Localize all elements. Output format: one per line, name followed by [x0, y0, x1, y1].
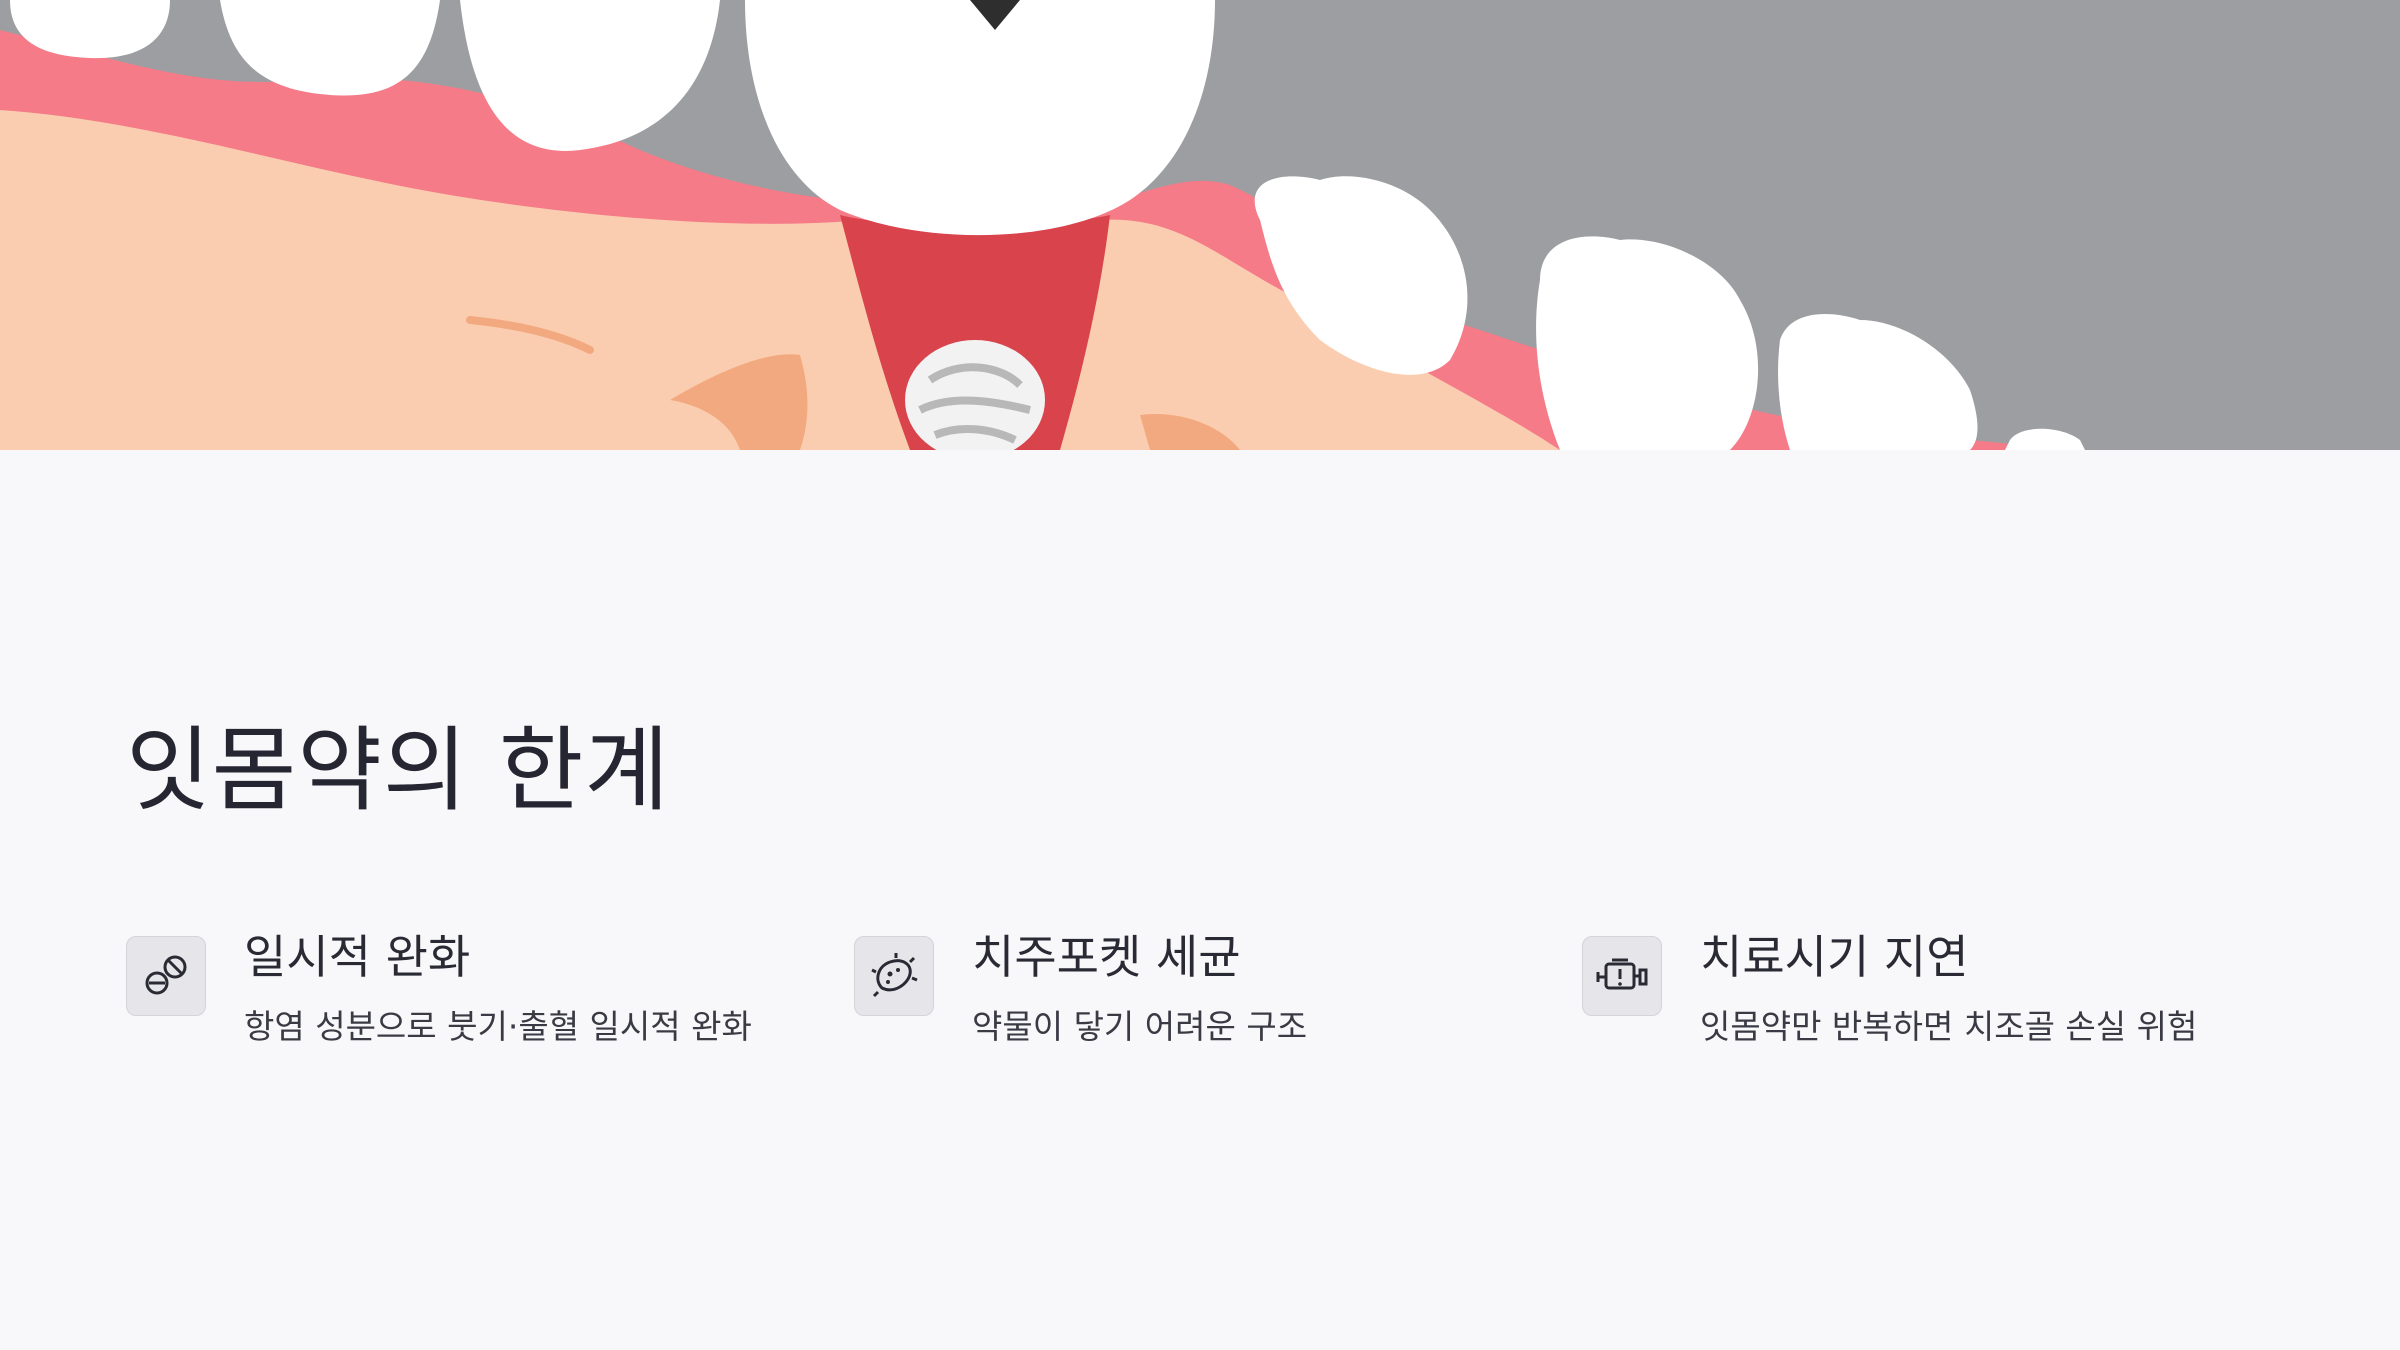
- slide-content: 잇몸약의 한계 일시적 완화 항염 성분으로 붓기·출혈 일시적 완화 치주포켓…: [0, 450, 2400, 1350]
- feature-title: 치료시기 지연: [1700, 930, 1969, 984]
- pill-cancel-icon: [145, 955, 187, 995]
- feature-card-treatment-delay: 치료시기 지연 잇몸약만 반복하면 치조골 손실 위험: [1582, 930, 2282, 1074]
- feature-description: 약물이 닿기 어려운 구조: [972, 1007, 1308, 1046]
- engine-warning-icon: [1596, 958, 1648, 990]
- feature-list: 일시적 완화 항염 성분으로 붓기·출혈 일시적 완화 치주포켓 세균 약물이: [126, 930, 2276, 1074]
- bacteria-icon-box: [854, 936, 934, 1016]
- feature-card-temporary-relief: 일시적 완화 항염 성분으로 붓기·출혈 일시적 완화: [126, 930, 826, 1074]
- feature-description: 항염 성분으로 붓기·출혈 일시적 완화: [244, 1007, 752, 1046]
- slide-title: 잇몸약의 한계: [126, 717, 671, 824]
- engine-warning-icon-box: [1582, 936, 1662, 1016]
- feature-title: 일시적 완화: [244, 930, 471, 984]
- feature-title: 치주포켓 세균: [972, 930, 1241, 984]
- pill-cancel-icon-box: [126, 936, 206, 1016]
- bacteria-icon: [871, 953, 918, 998]
- feature-card-periodontal-bacteria: 치주포켓 세균 약물이 닿기 어려운 구조: [854, 930, 1554, 1074]
- hero-illustration: [0, 0, 2400, 450]
- feature-description: 잇몸약만 반복하면 치조골 손실 위험: [1700, 1007, 2198, 1046]
- tooth-gum-illustration: [0, 0, 2400, 450]
